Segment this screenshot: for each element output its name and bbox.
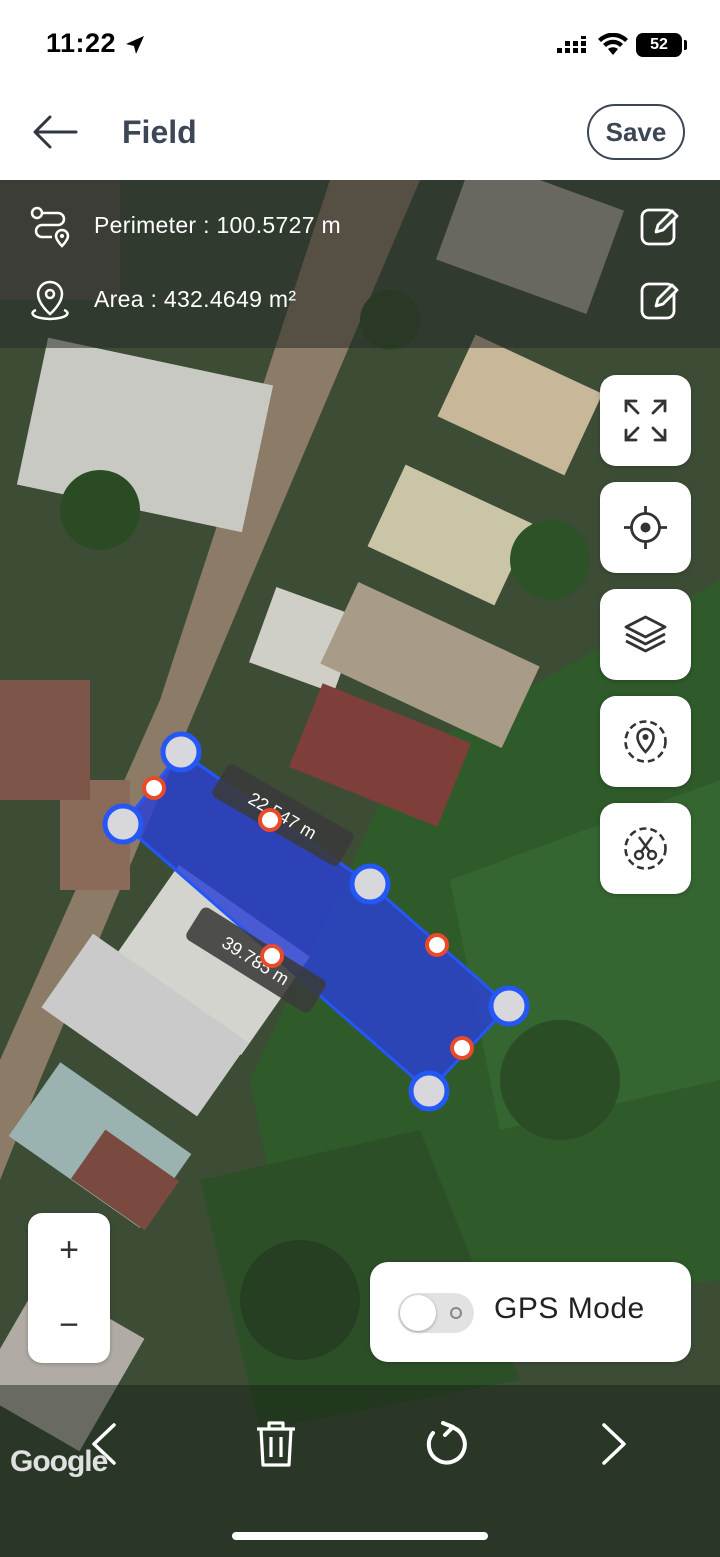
edit-area-icon[interactable]	[638, 278, 682, 322]
area-row: Area : 432.4649 m²	[0, 270, 720, 330]
vertex-handle	[408, 1070, 450, 1112]
battery-tip	[684, 40, 687, 50]
location-arrow-icon	[126, 36, 144, 54]
fit-bounds-button[interactable]	[600, 375, 691, 466]
location-ring-button[interactable]	[600, 696, 691, 787]
gps-mode-card: GPS Mode	[370, 1262, 691, 1362]
vertex-handle	[349, 863, 391, 905]
undo-icon[interactable]	[421, 1419, 469, 1467]
cut-button[interactable]	[600, 803, 691, 894]
gps-mode-label: GPS Mode	[494, 1292, 645, 1325]
home-indicator	[232, 1532, 488, 1540]
vertex-handle	[160, 731, 202, 773]
midpoint-handle	[258, 808, 282, 832]
chevron-right-icon[interactable]	[598, 1421, 630, 1467]
edit-perimeter-icon[interactable]	[638, 204, 682, 248]
my-location-button[interactable]	[600, 482, 691, 573]
status-time: 11:22	[46, 28, 117, 58]
midpoint-handle	[450, 1036, 474, 1060]
app-header: Field Save	[0, 90, 720, 180]
zoom-out-button[interactable]: −	[28, 1288, 110, 1363]
wifi-icon	[598, 33, 628, 55]
map-view[interactable]: 22.547 m 39.785 m Perimeter : 100.5727 m	[0, 180, 720, 1557]
cellular-signal-icon	[557, 36, 586, 53]
layers-button[interactable]	[600, 589, 691, 680]
status-bar: 11:22 52	[0, 0, 720, 90]
measurement-panel: Perimeter : 100.5727 m Area : 432.4649 m…	[0, 180, 720, 348]
route-icon	[30, 206, 70, 248]
cut-icon	[624, 827, 667, 870]
trash-icon[interactable]	[253, 1419, 299, 1469]
perimeter-row: Perimeter : 100.5727 m	[0, 196, 720, 256]
save-button[interactable]: Save	[587, 104, 685, 160]
my-location-icon	[624, 506, 667, 549]
gps-mode-toggle[interactable]	[398, 1293, 474, 1333]
vertex-handle	[488, 985, 530, 1027]
toggle-knob	[400, 1295, 436, 1331]
google-attribution: Google	[10, 1445, 108, 1478]
area-value: Area : 432.4649 m²	[94, 286, 297, 312]
toggle-off-indicator	[450, 1307, 462, 1319]
location-ring-icon	[624, 720, 667, 763]
battery-indicator: 52	[636, 33, 682, 57]
page-title: Field	[122, 114, 197, 150]
location-pin-icon	[31, 280, 69, 321]
midpoint-handle	[260, 944, 284, 968]
midpoint-handle	[425, 933, 449, 957]
vertex-handle	[102, 803, 144, 845]
back-button[interactable]	[30, 112, 80, 152]
zoom-control: + −	[28, 1213, 110, 1363]
zoom-in-button[interactable]: +	[28, 1213, 110, 1288]
arrow-left-icon	[33, 115, 78, 149]
perimeter-value: Perimeter : 100.5727 m	[94, 212, 341, 238]
layers-icon	[624, 615, 667, 653]
midpoint-handle	[142, 776, 166, 800]
fit-bounds-icon	[624, 399, 667, 442]
